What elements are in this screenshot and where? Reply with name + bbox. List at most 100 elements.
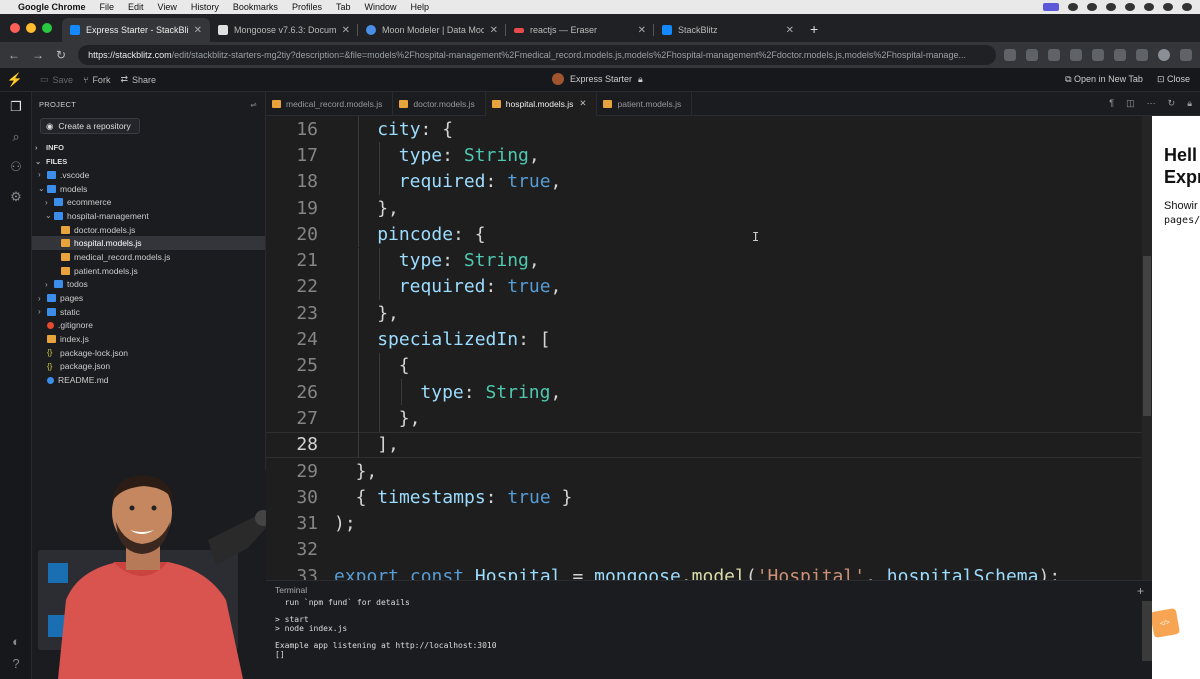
tree-item-folder[interactable]: ⌄ models	[32, 182, 265, 196]
puzzle-icon[interactable]	[1114, 49, 1126, 61]
tree-item-folder[interactable]: › static	[32, 305, 265, 319]
code-line[interactable]: 21 type: String,	[266, 248, 1142, 274]
menu-window[interactable]: Window	[364, 2, 396, 12]
code-line[interactable]: 33 export const Hospital = mongoose.model…	[266, 563, 1142, 580]
more-icon[interactable]: ⋯	[1147, 98, 1156, 109]
help-icon[interactable]: ?	[0, 648, 32, 678]
sync-icon[interactable]: ⇌	[250, 100, 257, 109]
code-line[interactable]: 30 { timestamps: true }	[266, 484, 1142, 510]
share-page-icon[interactable]	[1026, 49, 1038, 61]
browser-tab[interactable]: Express Starter - StackBlitz ✕	[62, 18, 210, 42]
tree-item-json[interactable]: {} package.json	[32, 360, 265, 374]
back-icon[interactable]: ←	[8, 48, 20, 62]
editor-tab[interactable]: patient.models.js	[597, 91, 693, 116]
terminal-panel[interactable]: Terminal + run `npm fund` for details > s…	[266, 580, 1152, 679]
fork-button[interactable]: ⑂ Fork	[83, 75, 110, 85]
refresh-preview-icon[interactable]: ↻	[1168, 98, 1176, 109]
project-title[interactable]: Express Starter 🔒︎	[552, 73, 643, 85]
control-center-icon[interactable]	[1163, 3, 1173, 11]
code-line[interactable]: 26 type: String,	[266, 379, 1142, 405]
editor-tab[interactable]: doctor.models.js	[393, 91, 486, 116]
split-editor-icon[interactable]: ◫	[1126, 98, 1135, 109]
menu-history[interactable]: History	[191, 2, 219, 12]
code-line[interactable]: 19},	[266, 195, 1142, 221]
browser-tab[interactable]: StackBlitz ✕	[654, 18, 802, 42]
menu-help[interactable]: Help	[410, 2, 429, 12]
explorer-icon[interactable]: ❐	[0, 92, 32, 122]
close-tab-icon[interactable]: ✕	[638, 25, 646, 36]
settings-icon[interactable]: ⚙	[0, 182, 32, 212]
code-line[interactable]: 24 specializedIn: [	[266, 326, 1142, 352]
search-icon[interactable]: ⌕	[0, 122, 32, 152]
code-line[interactable]: 32	[266, 537, 1142, 563]
new-tab-button[interactable]: +	[802, 21, 826, 42]
menu-view[interactable]: View	[158, 2, 177, 12]
browser-tab[interactable]: Mongoose v7.6.3: Document ✕	[210, 18, 358, 42]
tree-item-folder[interactable]: › pages	[32, 291, 265, 305]
minimize-window-icon[interactable]	[26, 23, 36, 33]
url-bar[interactable]: https://stackblitz.com/edit/stackblitz-s…	[78, 45, 996, 65]
close-button[interactable]: ⊡ Close	[1157, 74, 1190, 85]
maximize-window-icon[interactable]	[42, 23, 52, 33]
menu-bookmarks[interactable]: Bookmarks	[233, 2, 278, 12]
bookmark-star-icon[interactable]	[1048, 49, 1060, 61]
code-line[interactable]: 23},	[266, 300, 1142, 326]
code-line[interactable]: 17 type: String,	[266, 142, 1142, 168]
tree-item-js[interactable]: doctor.models.js	[32, 223, 265, 237]
screen-record-icon[interactable]	[1043, 3, 1059, 11]
cloud-icon[interactable]	[1068, 3, 1078, 11]
extension-icon[interactable]	[1070, 49, 1082, 61]
tree-item-git[interactable]: .gitignore	[32, 319, 265, 333]
code-line[interactable]: 22 required: true,	[266, 274, 1142, 300]
display-icon[interactable]	[1125, 3, 1135, 11]
menu-profiles[interactable]: Profiles	[292, 2, 322, 12]
browser-tab[interactable]: Moon Modeler | Data Modeling ✕	[358, 18, 506, 42]
stackblitz-logo-icon[interactable]: ⚡	[0, 72, 30, 88]
create-repository-button[interactable]: ◉ Create a repository	[40, 118, 140, 134]
code-editor[interactable]: 16 city: {17 type: String, 18 required: true…	[266, 116, 1152, 580]
preview-url-icon[interactable]: 🔒︎	[1187, 98, 1192, 109]
tree-item-js[interactable]: patient.models.js	[32, 264, 265, 278]
menu-tab[interactable]: Tab	[336, 2, 351, 12]
wifi-icon[interactable]	[1144, 3, 1154, 11]
tree-item-folder[interactable]: › .vscode	[32, 168, 265, 182]
files-section-header[interactable]: ⌄ FILES	[32, 154, 265, 168]
reload-icon[interactable]: ↻	[56, 48, 66, 62]
browser-tab[interactable]: reactjs — Eraser ✕	[506, 18, 654, 42]
forward-icon[interactable]: →	[32, 48, 44, 62]
close-tab-icon[interactable]: ✕	[490, 25, 498, 36]
scrollbar-thumb[interactable]	[1143, 256, 1151, 416]
preview-pane[interactable]: HellExpr Showir pages/ </>	[1152, 116, 1200, 679]
user-icon[interactable]	[1182, 3, 1192, 11]
kebab-menu-icon[interactable]	[1180, 49, 1192, 61]
extension-icon[interactable]	[1092, 49, 1104, 61]
close-tab-icon[interactable]: ✕	[342, 25, 350, 36]
editor-tab-active[interactable]: hospital.models.js ✕	[485, 91, 598, 116]
tree-item-folder[interactable]: › todos	[32, 278, 265, 292]
editor-scrollbar[interactable]	[1142, 116, 1152, 580]
info-section-header[interactable]: › INFO	[32, 140, 265, 154]
tree-item-js[interactable]: medical_record.models.js	[32, 250, 265, 264]
code-line[interactable]: 18 required: true,	[266, 169, 1142, 195]
tree-item-js[interactable]: index.js	[32, 332, 265, 346]
profile-avatar[interactable]	[1158, 49, 1170, 61]
extensions-icon[interactable]: ⚇	[0, 152, 32, 182]
close-window-icon[interactable]	[10, 23, 20, 33]
menu-file[interactable]: File	[100, 2, 115, 12]
tree-item-md[interactable]: README.md	[32, 373, 265, 387]
terminal-scrollbar[interactable]	[1142, 601, 1152, 661]
save-button[interactable]: ▭ Save	[40, 74, 73, 85]
close-tab-icon[interactable]: ✕	[786, 25, 794, 36]
open-new-tab-button[interactable]: ⧉ Open in New Tab	[1065, 74, 1143, 85]
menu-edit[interactable]: Edit	[128, 2, 144, 12]
clock-icon[interactable]	[1106, 3, 1116, 11]
close-tab-icon[interactable]: ✕	[194, 25, 202, 36]
editor-tab[interactable]: medical_record.models.js	[266, 91, 394, 116]
tree-item-js[interactable]: hospital.models.js	[32, 236, 265, 251]
code-line[interactable]: 31);	[266, 511, 1142, 537]
format-icon[interactable]: ¶	[1109, 98, 1114, 109]
close-tab-icon[interactable]: ✕	[579, 98, 586, 109]
share-button[interactable]: ⇄ Share	[120, 74, 156, 85]
install-icon[interactable]	[1004, 49, 1016, 61]
menu-app[interactable]: Google Chrome	[18, 2, 86, 12]
